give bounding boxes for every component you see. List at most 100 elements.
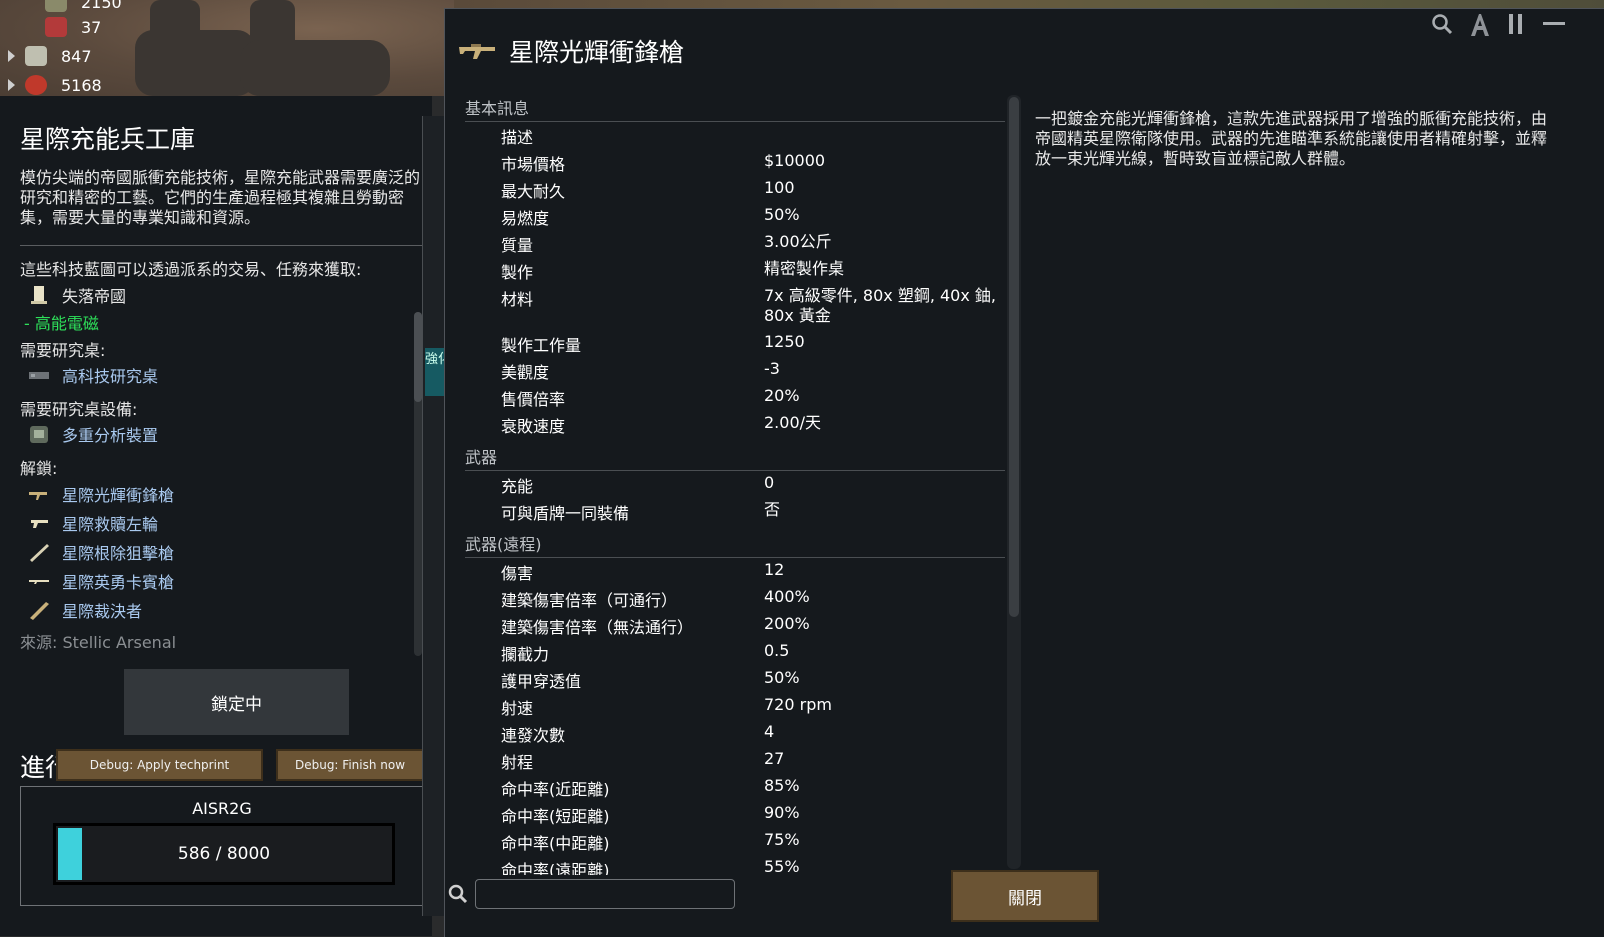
unlock-item[interactable]: 星際救贖左輪 (28, 511, 158, 535)
bench-item[interactable]: 高科技研究桌 (28, 363, 158, 387)
stat-label: 命中率(遠距離) (501, 861, 610, 875)
tech-tree-tab[interactable]: 強化 (425, 348, 445, 396)
facility-item[interactable]: 多重分析裝置 (28, 422, 158, 446)
search-icon (448, 884, 468, 904)
stat-label: 質量 (501, 236, 534, 255)
stat-label: 建築傷害倍率（無法通行） (501, 618, 694, 637)
resource-value: 37 (81, 17, 102, 37)
resource-value: 847 (61, 46, 92, 66)
stat-label: 美觀度 (501, 363, 550, 382)
stat-value: 精密製作桌 (764, 259, 845, 278)
facility-link[interactable]: 多重分析裝置 (62, 422, 158, 446)
stat-label: 可與盾牌一同裝備 (501, 504, 630, 523)
debug-finish-now-button[interactable]: Debug: Finish now (276, 749, 424, 781)
close-button[interactable]: 關閉 (951, 870, 1099, 922)
stats-scrollbar[interactable] (1007, 95, 1021, 869)
expand-arrow-icon[interactable] (8, 50, 15, 62)
faction-subtitle: - 高能電磁 (24, 314, 99, 333)
stat-value: 1250 (764, 332, 805, 351)
smg-icon (28, 484, 50, 504)
font-size-icon[interactable] (1468, 12, 1492, 38)
scrollbar-thumb[interactable] (1009, 97, 1019, 617)
unlocks-label: 解鎖: (20, 459, 58, 478)
carbine-icon (28, 571, 50, 591)
stat-label: 最大耐久 (501, 182, 566, 201)
research-description: 模仿尖端的帝國脈衝充能技術，星際充能武器需要廣泛的研究和精密的工藝。它們的生產過… (20, 168, 421, 227)
silver-icon (25, 46, 47, 66)
stat-label: 建築傷害倍率（可通行） (501, 591, 678, 610)
analyzer-icon (28, 424, 50, 444)
stat-label: 售價倍率 (501, 390, 566, 409)
stat-value: 720 rpm (764, 695, 832, 714)
stat-label: 衰敗速度 (501, 417, 566, 436)
locked-button[interactable]: 鎖定中 (124, 669, 349, 735)
resource-row[interactable]: 37 (45, 13, 101, 41)
stat-label: 市場價格 (501, 155, 566, 174)
section-header: 武器 (465, 444, 1005, 471)
facility-label: 需要研究桌設備: (20, 400, 138, 419)
stat-value: 0 (764, 473, 775, 492)
unlock-item[interactable]: 星際英勇卡賓槍 (28, 569, 174, 593)
minimize-icon[interactable] (1542, 12, 1566, 36)
bench-link[interactable]: 高科技研究桌 (62, 363, 158, 387)
search-icon[interactable] (1430, 12, 1454, 36)
unlock-link[interactable]: 星際光輝衝鋒槍 (62, 482, 174, 506)
project-progress-bar: 586 / 8000 (53, 823, 395, 885)
unlock-link[interactable]: 星際英勇卡賓槍 (62, 569, 174, 593)
stat-value: 75% (764, 830, 800, 849)
pause-icon[interactable] (1506, 12, 1526, 36)
stat-label: 易燃度 (501, 209, 550, 228)
info-card-window: 星際光輝衝鋒槍 基本訊息 描述 市場價格 $10000 最大耐久 100 易燃度 50% 質量 3… (444, 8, 1604, 937)
stat-value: 27 (764, 749, 785, 768)
scrollbar-thumb[interactable] (414, 312, 422, 402)
search-input[interactable] (475, 879, 735, 909)
stat-value: 12 (764, 560, 785, 579)
bench-label: 需要研究桌: (20, 341, 106, 360)
stat-label: 充能 (501, 477, 534, 496)
stat-value: 50% (764, 205, 800, 224)
smg-icon (459, 44, 495, 59)
unlock-item[interactable]: 星際光輝衝鋒槍 (28, 482, 174, 506)
stat-label: 護甲穿透值 (501, 672, 582, 691)
unlock-item[interactable]: 星際裁決者 (28, 598, 142, 622)
stat-value: 2.00/天 (764, 413, 822, 432)
expand-arrow-icon[interactable] (8, 79, 15, 91)
plant-icon (25, 75, 47, 95)
stat-label: 描述 (501, 128, 534, 147)
stats-list: 基本訊息 描述 市場價格 $10000 最大耐久 100 易燃度 50% 質量 3.00公斤 製作 精… (465, 95, 1005, 875)
faction-item[interactable]: 失落帝國 (28, 283, 126, 307)
unlock-link[interactable]: 星際根除狙擊槍 (62, 540, 174, 564)
stat-label: 射程 (501, 753, 534, 772)
stack-icon (45, 0, 67, 12)
stat-value: 20% (764, 386, 800, 405)
stat-value: 3.00公斤 (764, 232, 832, 251)
resource-value: 2150 (81, 0, 122, 12)
divider (20, 245, 422, 246)
debug-apply-techprint-button[interactable]: Debug: Apply techprint (56, 749, 263, 781)
research-bench-icon (28, 365, 50, 385)
unlock-link[interactable]: 星際救贖左輪 (62, 511, 158, 535)
stat-label: 連發次數 (501, 726, 566, 745)
research-scrollbar[interactable] (414, 312, 422, 656)
books-icon (45, 17, 67, 37)
unlock-link[interactable]: 星際裁決者 (62, 598, 142, 622)
stat-label: 製作工作量 (501, 336, 582, 355)
card-description: 一把鍍金充能光輝衝鋒槍，這款先進武器採用了增強的脈衝充能技術，由帝國精英星際衛隊… (1035, 109, 1548, 168)
stat-value: 7x 高級零件, 80x 塑鋼, 40x 鈾, 80x 黃金 (764, 286, 996, 325)
faction-name: 失落帝國 (62, 287, 127, 306)
stat-value: -3 (764, 359, 780, 378)
unlock-item[interactable]: 星際根除狙擊槍 (28, 540, 174, 564)
resource-row[interactable]: 5168 (8, 71, 102, 99)
revolver-icon (28, 513, 50, 533)
stat-label: 命中率(近距離) (501, 780, 610, 799)
stat-value: 4 (764, 722, 775, 741)
stat-value: 90% (764, 803, 800, 822)
stat-value: 50% (764, 668, 800, 687)
section-header: 武器(遠程) (465, 531, 1005, 558)
rifle-icon (28, 600, 50, 620)
stat-value: $10000 (764, 151, 826, 170)
stat-label: 攔截力 (501, 645, 550, 664)
stat-value: 100 (764, 178, 795, 197)
stat-label: 命中率(短距離) (501, 807, 610, 826)
resource-row[interactable]: 847 (8, 42, 92, 70)
